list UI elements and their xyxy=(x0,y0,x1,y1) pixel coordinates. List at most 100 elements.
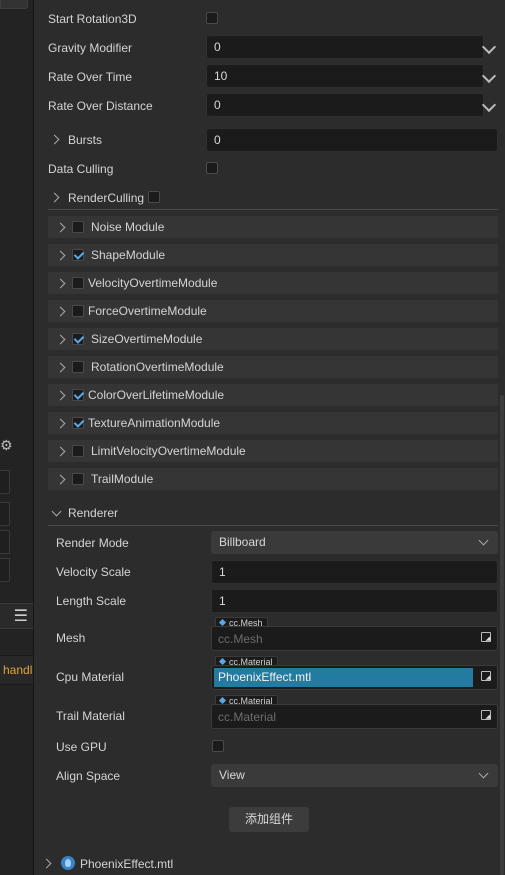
material-asset-icon xyxy=(61,856,75,870)
asset-type-icon xyxy=(218,618,227,627)
chevron-right-icon[interactable] xyxy=(55,306,66,317)
trail-material-asset-field[interactable]: cc.Material xyxy=(211,704,498,729)
chevron-down-icon[interactable] xyxy=(481,68,497,84)
module-row-force-overtime[interactable]: ForceOvertimeModule xyxy=(48,300,498,322)
chevron-down-icon[interactable] xyxy=(51,506,62,517)
chevron-down-icon[interactable] xyxy=(481,97,497,113)
module-label: ForceOvertimeModule xyxy=(88,304,207,318)
velocity-scale-label: Velocity Scale xyxy=(56,565,131,579)
gravity-modifier-input[interactable]: 0 xyxy=(206,35,484,59)
module-label: TrailModule xyxy=(91,472,154,486)
cpu-material-label: Cpu Material xyxy=(56,670,125,684)
module-checkbox[interactable] xyxy=(72,305,84,317)
data-culling-checkbox[interactable] xyxy=(206,162,218,174)
module-checkbox[interactable] xyxy=(72,389,84,401)
left-panel-tab[interactable] xyxy=(0,0,28,9)
length-scale-label: Length Scale xyxy=(56,594,127,608)
chevron-right-icon[interactable] xyxy=(55,222,66,233)
left-panel-field[interactable] xyxy=(0,502,10,526)
rate-over-distance-input[interactable]: 0 xyxy=(206,93,484,117)
scrollbar-thumb[interactable] xyxy=(500,395,504,875)
module-label: LimitVelocityOvertimeModule xyxy=(91,444,246,458)
chevron-right-icon[interactable] xyxy=(55,390,66,401)
align-space-label: Align Space xyxy=(56,769,121,783)
render-culling-label[interactable]: RenderCulling xyxy=(68,191,144,205)
chevron-right-icon[interactable] xyxy=(55,418,66,429)
left-panel-field[interactable] xyxy=(0,530,10,554)
left-panel-field[interactable] xyxy=(0,558,10,582)
chevron-right-icon[interactable] xyxy=(41,858,52,869)
chevron-right-icon[interactable] xyxy=(49,192,60,203)
module-checkbox[interactable] xyxy=(72,417,84,429)
module-checkbox[interactable] xyxy=(72,277,84,289)
gear-icon[interactable]: ⚙ xyxy=(0,437,14,457)
module-label: VelocityOvertimeModule xyxy=(88,276,218,290)
use-gpu-checkbox[interactable] xyxy=(212,740,224,752)
menu-icon[interactable]: ☰ xyxy=(14,606,28,626)
module-row-shape[interactable]: ShapeModule xyxy=(48,244,498,266)
start-rotation3d-checkbox[interactable] xyxy=(206,12,218,24)
data-culling-label: Data Culling xyxy=(48,162,114,176)
left-panel-row-label: handl xyxy=(3,663,33,677)
chevron-right-icon[interactable] xyxy=(55,362,66,373)
module-row-noise[interactable]: Noise Module xyxy=(48,216,498,238)
chevron-right-icon[interactable] xyxy=(55,474,66,485)
asset-type-icon xyxy=(218,696,227,705)
velocity-scale-input[interactable]: 1 xyxy=(211,560,498,584)
module-checkbox[interactable] xyxy=(72,445,84,457)
module-row-color-over-lifetime[interactable]: ColorOverLifetimeModule xyxy=(48,384,498,406)
module-checkbox[interactable] xyxy=(72,473,84,485)
inspector-panel: Start Rotation3D Gravity Modifier 0 Rate… xyxy=(34,0,505,875)
cpu-material-asset-field[interactable]: PhoenixEffect.mtl xyxy=(211,665,498,690)
asset-picker-icon[interactable] xyxy=(481,710,491,720)
rate-over-time-label: Rate Over Time xyxy=(48,70,133,84)
align-space-select[interactable]: View xyxy=(211,764,498,787)
left-panel-selected-row[interactable]: handl xyxy=(0,655,33,685)
module-checkbox[interactable] xyxy=(72,361,84,373)
chevron-right-icon[interactable] xyxy=(55,250,66,261)
left-panel-field[interactable] xyxy=(0,470,10,494)
module-checkbox[interactable] xyxy=(72,249,84,261)
start-rotation3d-label: Start Rotation3D xyxy=(48,12,137,26)
renderer-section-label[interactable]: Renderer xyxy=(68,506,118,520)
add-component-button[interactable]: 添加组件 xyxy=(229,807,309,832)
module-checkbox[interactable] xyxy=(72,221,84,233)
module-checkbox[interactable] xyxy=(72,333,84,345)
section-divider xyxy=(48,209,498,210)
gravity-modifier-label: Gravity Modifier xyxy=(48,41,133,55)
module-row-trail[interactable]: TrailModule xyxy=(48,468,498,490)
chevron-down-icon xyxy=(478,768,489,779)
length-scale-input[interactable]: 1 xyxy=(211,589,498,613)
asset-type-icon xyxy=(218,657,227,666)
module-row-size-overtime[interactable]: SizeOvertimeModule xyxy=(48,328,498,350)
trail-material-label: Trail Material xyxy=(56,709,125,723)
chevron-right-icon[interactable] xyxy=(49,134,60,145)
render-mode-select[interactable]: Billboard xyxy=(211,531,498,554)
asset-picker-icon[interactable] xyxy=(481,671,491,681)
module-row-texture-animation[interactable]: TextureAnimationModule xyxy=(48,412,498,434)
footer-asset-label[interactable]: PhoenixEffect.mtl xyxy=(80,857,173,871)
bursts-input[interactable]: 0 xyxy=(206,128,498,152)
module-row-rotation-overtime[interactable]: RotationOvertimeModule xyxy=(48,356,498,378)
render-culling-checkbox[interactable] xyxy=(148,191,160,203)
scrollbar[interactable] xyxy=(499,0,505,875)
module-label: RotationOvertimeModule xyxy=(91,360,224,374)
left-panel-menu-bar: ☰ xyxy=(0,603,33,629)
module-label: TextureAnimationModule xyxy=(88,416,221,430)
chevron-down-icon xyxy=(478,535,489,546)
module-row-velocity-overtime[interactable]: VelocityOvertimeModule xyxy=(48,272,498,294)
rate-over-time-input[interactable]: 10 xyxy=(206,64,484,88)
chevron-right-icon[interactable] xyxy=(55,334,66,345)
bursts-label[interactable]: Bursts xyxy=(68,133,102,147)
module-label: ShapeModule xyxy=(91,248,166,262)
rate-over-distance-label: Rate Over Distance xyxy=(48,99,153,113)
module-row-limit-velocity-overtime[interactable]: LimitVelocityOvertimeModule xyxy=(48,440,498,462)
asset-picker-icon[interactable] xyxy=(481,632,491,642)
mesh-asset-field[interactable]: cc.Mesh xyxy=(211,626,498,651)
chevron-right-icon[interactable] xyxy=(55,278,66,289)
section-divider xyxy=(48,525,498,526)
module-label: SizeOvertimeModule xyxy=(91,332,203,346)
chevron-down-icon[interactable] xyxy=(481,39,497,55)
module-label: Noise Module xyxy=(91,220,165,234)
chevron-right-icon[interactable] xyxy=(55,446,66,457)
